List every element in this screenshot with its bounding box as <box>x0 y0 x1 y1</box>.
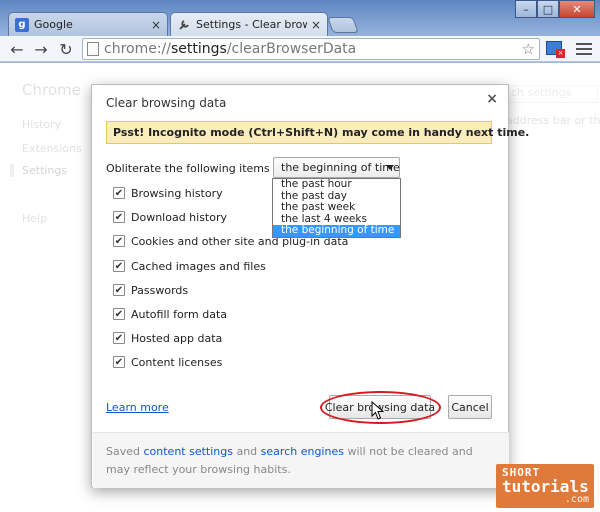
time-range-dropdown: the past hour the past day the past week… <box>272 178 401 238</box>
checkbox[interactable]: ✔ <box>113 211 125 223</box>
close-tab-icon[interactable]: × <box>311 18 321 32</box>
checkbox[interactable]: ✔ <box>113 235 125 247</box>
tab-google[interactable]: g Google × <box>8 12 168 36</box>
checkbox[interactable]: ✔ <box>113 308 125 320</box>
content-settings-link[interactable]: content settings <box>143 445 232 458</box>
checkbox[interactable]: ✔ <box>113 284 125 296</box>
wrench-icon <box>177 18 191 32</box>
cancel-button[interactable]: Cancel <box>448 395 492 419</box>
clear-browsing-data-dialog: Clear browsing data × Psst! Incognito mo… <box>91 84 529 488</box>
window-close-button[interactable]: ✕ <box>559 0 595 18</box>
checkbox[interactable]: ✔ <box>113 332 125 344</box>
learn-more-link[interactable]: Learn more <box>106 401 169 414</box>
option-beginning-of-time[interactable]: the beginning of time <box>273 225 400 237</box>
checkbox-label: Content licenses <box>131 355 223 369</box>
checkbox-passwords[interactable]: ✔ Passwords <box>113 282 188 298</box>
checkbox-content-licenses[interactable]: ✔ Content licenses <box>113 354 222 370</box>
checkbox-cached-images[interactable]: ✔ Cached images and files <box>113 258 266 274</box>
maximize-button[interactable]: □ <box>537 0 559 18</box>
page-icon <box>87 42 99 56</box>
search-engines-link[interactable]: search engines <box>261 445 344 458</box>
reload-button[interactable]: ↻ <box>55 38 77 60</box>
checkbox-label: Cached images and files <box>131 259 266 273</box>
minimize-button[interactable]: – <box>515 0 537 18</box>
toolbar: ← → ↻ chrome://settings/clearBrowserData… <box>0 36 600 62</box>
checkbox-label: Hosted app data <box>131 331 223 345</box>
mouse-cursor-icon <box>371 401 385 420</box>
extension-icon[interactable]: × <box>546 39 566 59</box>
checkbox[interactable]: ✔ <box>113 356 125 368</box>
checkbox[interactable]: ✔ <box>113 260 125 272</box>
tab-title: Google <box>34 18 73 31</box>
option-past-hour[interactable]: the past hour <box>273 178 400 191</box>
shorttutorials-logo: SHORT tutorials .com <box>496 464 594 508</box>
checkbox-label: Passwords <box>131 283 189 297</box>
address-bar[interactable]: chrome://settings/clearBrowserData ☆ <box>82 38 540 60</box>
close-icon[interactable]: × <box>486 91 498 107</box>
bookmark-star-icon[interactable]: ☆ <box>522 40 535 58</box>
checkbox-hosted-app-data[interactable]: ✔ Hosted app data <box>113 330 222 346</box>
time-range-select[interactable]: the beginning of time <box>273 157 400 178</box>
dialog-title: Clear browsing data <box>106 96 227 110</box>
checkbox-label: Autofill form data <box>131 307 227 321</box>
tab-settings[interactable]: Settings - Clear browsing da × <box>170 12 328 36</box>
checkbox[interactable]: ✔ <box>113 187 125 199</box>
tab-strip: g Google × Settings - Clear browsing da … <box>0 0 600 36</box>
close-tab-icon[interactable]: × <box>151 18 161 32</box>
google-favicon-icon: g <box>15 17 29 32</box>
incognito-banner: Psst! Incognito mode (Ctrl+Shift+N) may … <box>106 121 529 144</box>
time-range-value: the beginning of time <box>281 161 400 174</box>
checkbox-download-history[interactable]: ✔ Download history <box>113 209 227 225</box>
checkbox-browsing-history[interactable]: ✔ Browsing history <box>113 185 223 201</box>
back-button[interactable]: ← <box>6 38 28 60</box>
forward-button[interactable]: → <box>30 38 52 60</box>
tab-title: Settings - Clear browsing da <box>196 18 307 31</box>
dialog-footer: Saved content settings and search engine… <box>93 432 509 488</box>
chevron-down-icon <box>386 165 394 170</box>
browser-window: g Google × Settings - Clear browsing da … <box>0 0 600 512</box>
menu-icon[interactable] <box>576 41 592 57</box>
checkbox-label: Download history <box>131 210 228 224</box>
checkbox-autofill[interactable]: ✔ Autofill form data <box>113 306 227 322</box>
new-tab-button[interactable] <box>327 17 359 33</box>
checkbox-label: Browsing history <box>131 186 223 200</box>
url-text: chrome://settings/clearBrowserData <box>104 41 357 57</box>
